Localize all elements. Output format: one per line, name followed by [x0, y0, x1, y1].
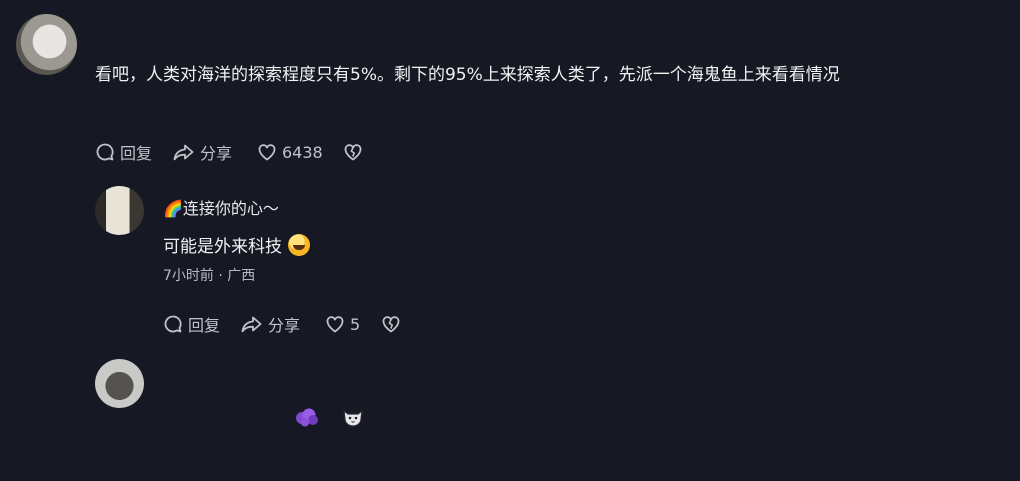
share-label: 分享 [268, 316, 301, 335]
share-button[interactable]: 分享 [240, 312, 324, 336]
comment-text: 看吧，人类对海洋的探索程度只有5%。剩下的95%上来探索人类了，先派一个海鬼鱼上… [95, 65, 840, 85]
username-text: 连接你的心～ [182, 199, 279, 218]
grin-emoji-icon [288, 234, 310, 256]
avatar-commenter-1[interactable] [16, 14, 77, 75]
heart-icon [256, 141, 278, 163]
rainbow-icon: 🌈 [163, 199, 183, 218]
comment-actions: 回复 分享 6438 [94, 140, 364, 164]
avatar-replier[interactable] [95, 186, 144, 235]
reply-actions: 回复 分享 5 [162, 312, 402, 336]
purple-blob-sticker [294, 406, 320, 434]
like-button[interactable]: 5 [324, 313, 380, 335]
reply-meta: 7小时前 · 广西 [163, 268, 256, 284]
reply-text: 可能是外来科技 [163, 234, 310, 258]
dislike-button[interactable] [342, 141, 364, 163]
share-icon [172, 141, 196, 163]
reply-text-content: 可能是外来科技 [163, 237, 282, 257]
like-count: 6438 [282, 142, 323, 162]
heart-icon [324, 313, 346, 335]
reply-button[interactable]: 回复 [162, 312, 240, 336]
reply-icon [162, 313, 184, 335]
share-icon [240, 313, 264, 335]
reply-icon [94, 141, 116, 163]
share-label: 分享 [200, 144, 233, 163]
dislike-button[interactable] [380, 313, 402, 335]
like-count: 5 [350, 314, 361, 334]
avatar-commenter-3[interactable] [95, 359, 144, 408]
reply-label: 回复 [120, 144, 153, 163]
broken-heart-icon [380, 313, 402, 335]
broken-heart-icon [342, 141, 364, 163]
share-button[interactable]: 分享 [172, 140, 256, 164]
reply-button[interactable]: 回复 [94, 140, 172, 164]
cat-face-sticker [341, 406, 365, 434]
reply-username[interactable]: 🌈连接你的心～ [163, 198, 279, 220]
reply-label: 回复 [188, 316, 221, 335]
like-button[interactable]: 6438 [256, 141, 342, 163]
